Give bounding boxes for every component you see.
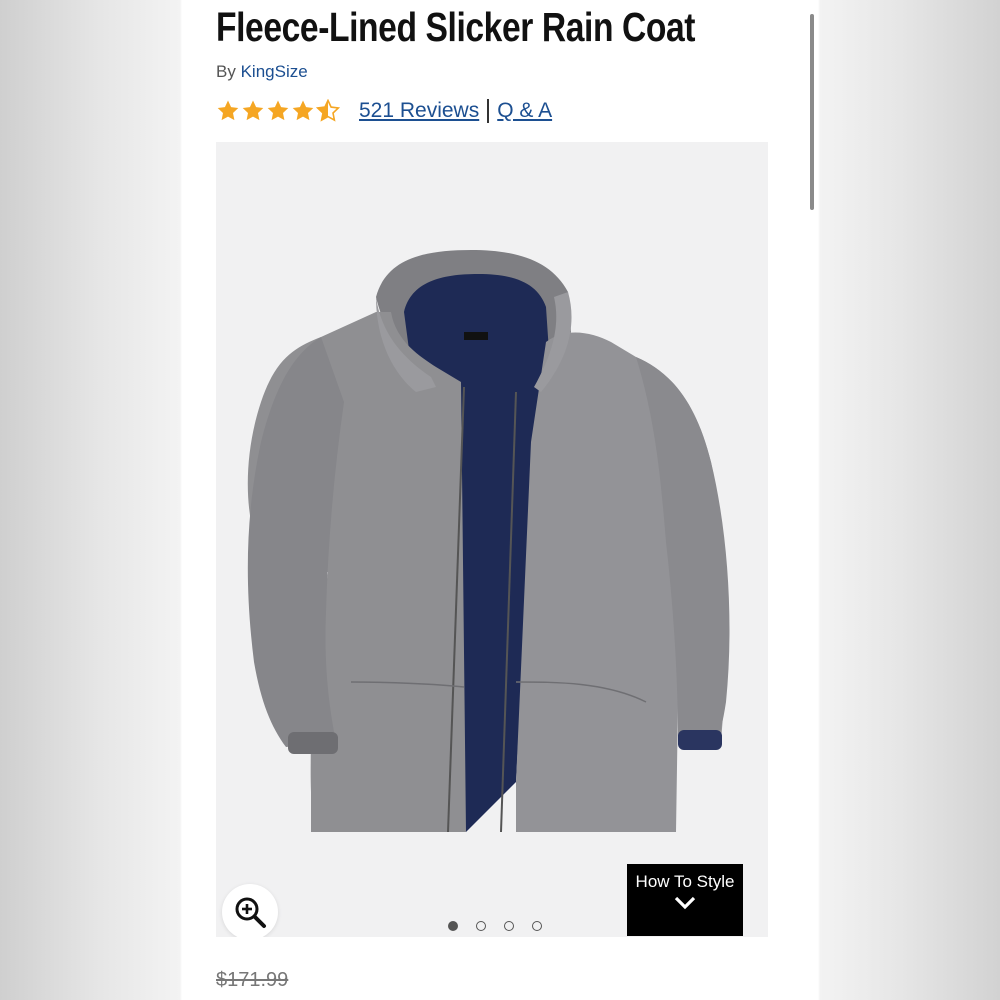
zoom-in-icon <box>235 897 266 928</box>
carousel-dot[interactable] <box>448 921 458 931</box>
half-star-icon <box>316 99 340 122</box>
product-page: Fleece-Lined Slicker Rain Coat By KingSi… <box>182 0 818 1000</box>
chevron-down-icon <box>674 896 696 910</box>
carousel-dot[interactable] <box>532 921 542 931</box>
carousel-dot[interactable] <box>504 921 514 931</box>
divider <box>487 99 490 123</box>
carousel-dot[interactable] <box>476 921 486 931</box>
brand-byline: By KingSize <box>216 62 308 82</box>
by-prefix: By <box>216 62 236 81</box>
how-to-style-label: How To Style <box>635 872 735 891</box>
product-image[interactable] <box>216 142 768 937</box>
original-price: $171.99 <box>216 969 289 991</box>
star-icon <box>267 100 289 121</box>
star-icon <box>292 100 314 121</box>
product-image-gallery[interactable]: How To Style <box>216 142 768 937</box>
scrollbar[interactable] <box>810 14 814 210</box>
zoom-button[interactable] <box>222 884 278 937</box>
how-to-style-button[interactable]: How To Style <box>627 864 743 936</box>
product-title: Fleece-Lined Slicker Rain Coat <box>216 4 696 50</box>
rating-row: 521 Reviews Q & A <box>216 96 552 126</box>
carousel-dots <box>448 921 542 931</box>
star-rating[interactable] <box>216 99 341 123</box>
qa-link[interactable]: Q & A <box>497 99 552 123</box>
star-icon <box>217 100 239 121</box>
reviews-link[interactable]: 521 Reviews <box>359 99 479 123</box>
star-icon <box>242 100 264 121</box>
brand-link[interactable]: KingSize <box>241 62 308 81</box>
